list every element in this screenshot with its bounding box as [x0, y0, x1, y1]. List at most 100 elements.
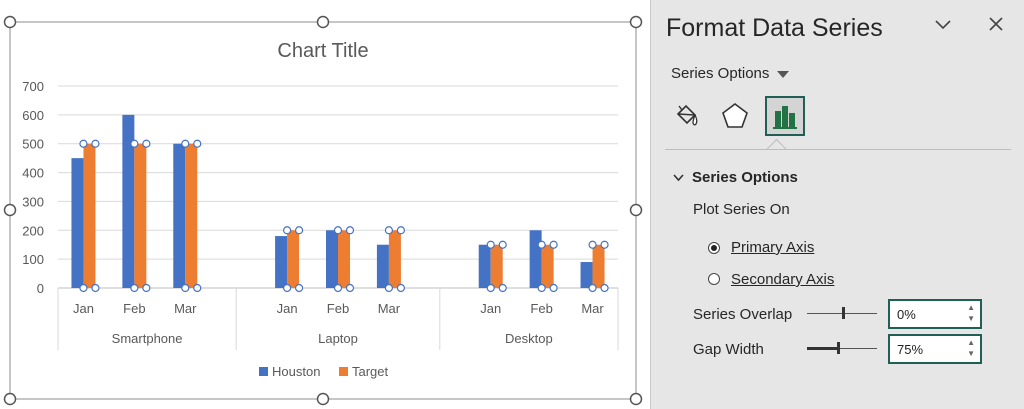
- bar-target[interactable]: [338, 230, 350, 288]
- selection-handle[interactable]: [142, 139, 151, 148]
- secondary-axis-label[interactable]: Secondary Axis: [731, 271, 834, 288]
- selection-handle[interactable]: [282, 226, 292, 235]
- secondary-axis-radio[interactable]: [708, 273, 720, 285]
- resize-handle[interactable]: [629, 15, 643, 29]
- legend-label[interactable]: Houston: [272, 364, 320, 379]
- resize-handle[interactable]: [629, 392, 643, 406]
- bar-target[interactable]: [388, 230, 401, 288]
- selection-handle[interactable]: [193, 283, 202, 293]
- bar-houston[interactable]: [71, 158, 84, 288]
- series-overlap-label: Series Overlap: [693, 306, 793, 323]
- series-options-dropdown[interactable]: Series Options: [671, 65, 790, 82]
- spinner-icon[interactable]: ▲ ▼: [967, 337, 975, 359]
- resize-handle[interactable]: [3, 392, 17, 406]
- bar-target[interactable]: [287, 230, 300, 288]
- selection-handle[interactable]: [549, 283, 558, 293]
- bar-target[interactable]: [185, 143, 198, 288]
- y-tick-label: 300: [22, 194, 44, 209]
- paint-bucket-icon: [676, 104, 698, 126]
- selection-handle[interactable]: [181, 139, 190, 148]
- selection-handle[interactable]: [333, 226, 343, 235]
- selection-handle[interactable]: [91, 283, 100, 293]
- pane-title: Format Data Series: [666, 14, 883, 42]
- bar-target[interactable]: [541, 244, 554, 288]
- bar-houston[interactable]: [529, 230, 542, 288]
- effects-tab[interactable]: [715, 96, 755, 136]
- resize-handle[interactable]: [316, 15, 330, 29]
- bar-houston[interactable]: [326, 230, 338, 288]
- selection-handle[interactable]: [600, 283, 609, 293]
- gap-width-value: 75%: [897, 342, 924, 357]
- selection-handle[interactable]: [79, 139, 88, 148]
- chart-svg[interactable]: 0 100 200 300 400 500 600 700 Jan Feb Mar Jan Feb Ma…: [0, 0, 650, 409]
- chevron-down-icon: [673, 169, 684, 186]
- series-options-section-label: Series Options: [692, 169, 798, 186]
- bar-houston[interactable]: [580, 262, 593, 288]
- legend-label[interactable]: Target: [352, 364, 389, 379]
- series-overlap-slider-thumb[interactable]: [842, 307, 845, 319]
- selection-handle[interactable]: [396, 226, 406, 235]
- selection-handle[interactable]: [384, 283, 394, 293]
- selection-handle[interactable]: [142, 283, 151, 293]
- selection-handle[interactable]: [345, 226, 355, 235]
- selection-handle[interactable]: [588, 283, 597, 293]
- caret-down-icon: [777, 70, 790, 78]
- selection-handle[interactable]: [384, 226, 394, 235]
- bar-target[interactable]: [592, 244, 605, 288]
- resize-handle[interactable]: [316, 392, 330, 406]
- chart-area[interactable]: 0 100 200 300 400 500 600 700 Jan Feb Mar Jan Feb Ma…: [0, 0, 650, 409]
- series-overlap-input[interactable]: 0% ▲ ▼: [888, 299, 982, 329]
- selection-handle[interactable]: [345, 283, 355, 293]
- bar-target[interactable]: [134, 143, 147, 288]
- selection-handle[interactable]: [79, 283, 88, 293]
- selection-handle[interactable]: [537, 240, 546, 249]
- selection-handle[interactable]: [498, 240, 507, 249]
- fill-line-tab[interactable]: [665, 96, 705, 136]
- series-options-tab[interactable]: [765, 96, 805, 136]
- gap-width-input[interactable]: 75% ▲ ▼: [888, 334, 982, 364]
- bar-houston[interactable]: [275, 236, 288, 288]
- selection-handle[interactable]: [588, 240, 597, 249]
- y-tick-label: 400: [22, 166, 44, 181]
- selection-handle[interactable]: [181, 283, 190, 293]
- selection-handle[interactable]: [130, 139, 139, 148]
- bar-houston[interactable]: [376, 244, 389, 288]
- chevron-down-icon[interactable]: [933, 14, 953, 40]
- bar-houston[interactable]: [173, 143, 186, 288]
- resize-handle[interactable]: [629, 203, 643, 217]
- x-tick-label: Feb: [327, 301, 349, 316]
- close-icon[interactable]: [986, 14, 1006, 40]
- x-group-label: Smartphone: [112, 331, 183, 346]
- primary-axis-label[interactable]: Primary Axis: [731, 239, 814, 256]
- bar-target[interactable]: [83, 143, 96, 288]
- selection-handle[interactable]: [486, 240, 495, 249]
- selection-handle[interactable]: [498, 283, 507, 293]
- selection-handle[interactable]: [193, 139, 202, 148]
- legend-swatch: [339, 367, 348, 376]
- bar-houston[interactable]: [478, 244, 491, 288]
- resize-handle[interactable]: [3, 15, 17, 29]
- selection-handle[interactable]: [549, 240, 558, 249]
- spinner-icon[interactable]: ▲ ▼: [967, 302, 975, 324]
- bar-target[interactable]: [490, 244, 503, 288]
- x-tick-label: Feb: [530, 301, 552, 316]
- selection-handle[interactable]: [537, 283, 546, 293]
- selection-handle[interactable]: [282, 283, 292, 293]
- chart-title[interactable]: Chart Title: [277, 40, 368, 62]
- legend-swatch: [259, 367, 268, 376]
- primary-axis-radio[interactable]: [708, 242, 720, 254]
- series-options-section[interactable]: Series Options: [673, 169, 798, 186]
- selection-handle[interactable]: [130, 283, 139, 293]
- selection-handle[interactable]: [486, 283, 495, 293]
- selection-handle[interactable]: [396, 283, 406, 293]
- resize-handle[interactable]: [3, 203, 17, 217]
- y-tick-label: 0: [37, 281, 44, 296]
- series-options-dropdown-label: Series Options: [671, 65, 770, 82]
- y-tick-label: 200: [22, 223, 44, 238]
- selection-handle[interactable]: [600, 240, 609, 249]
- selection-handle[interactable]: [294, 226, 304, 235]
- selection-handle[interactable]: [91, 139, 100, 148]
- gap-width-slider-thumb[interactable]: [837, 342, 840, 354]
- selection-handle[interactable]: [294, 283, 304, 293]
- selection-handle[interactable]: [333, 283, 343, 293]
